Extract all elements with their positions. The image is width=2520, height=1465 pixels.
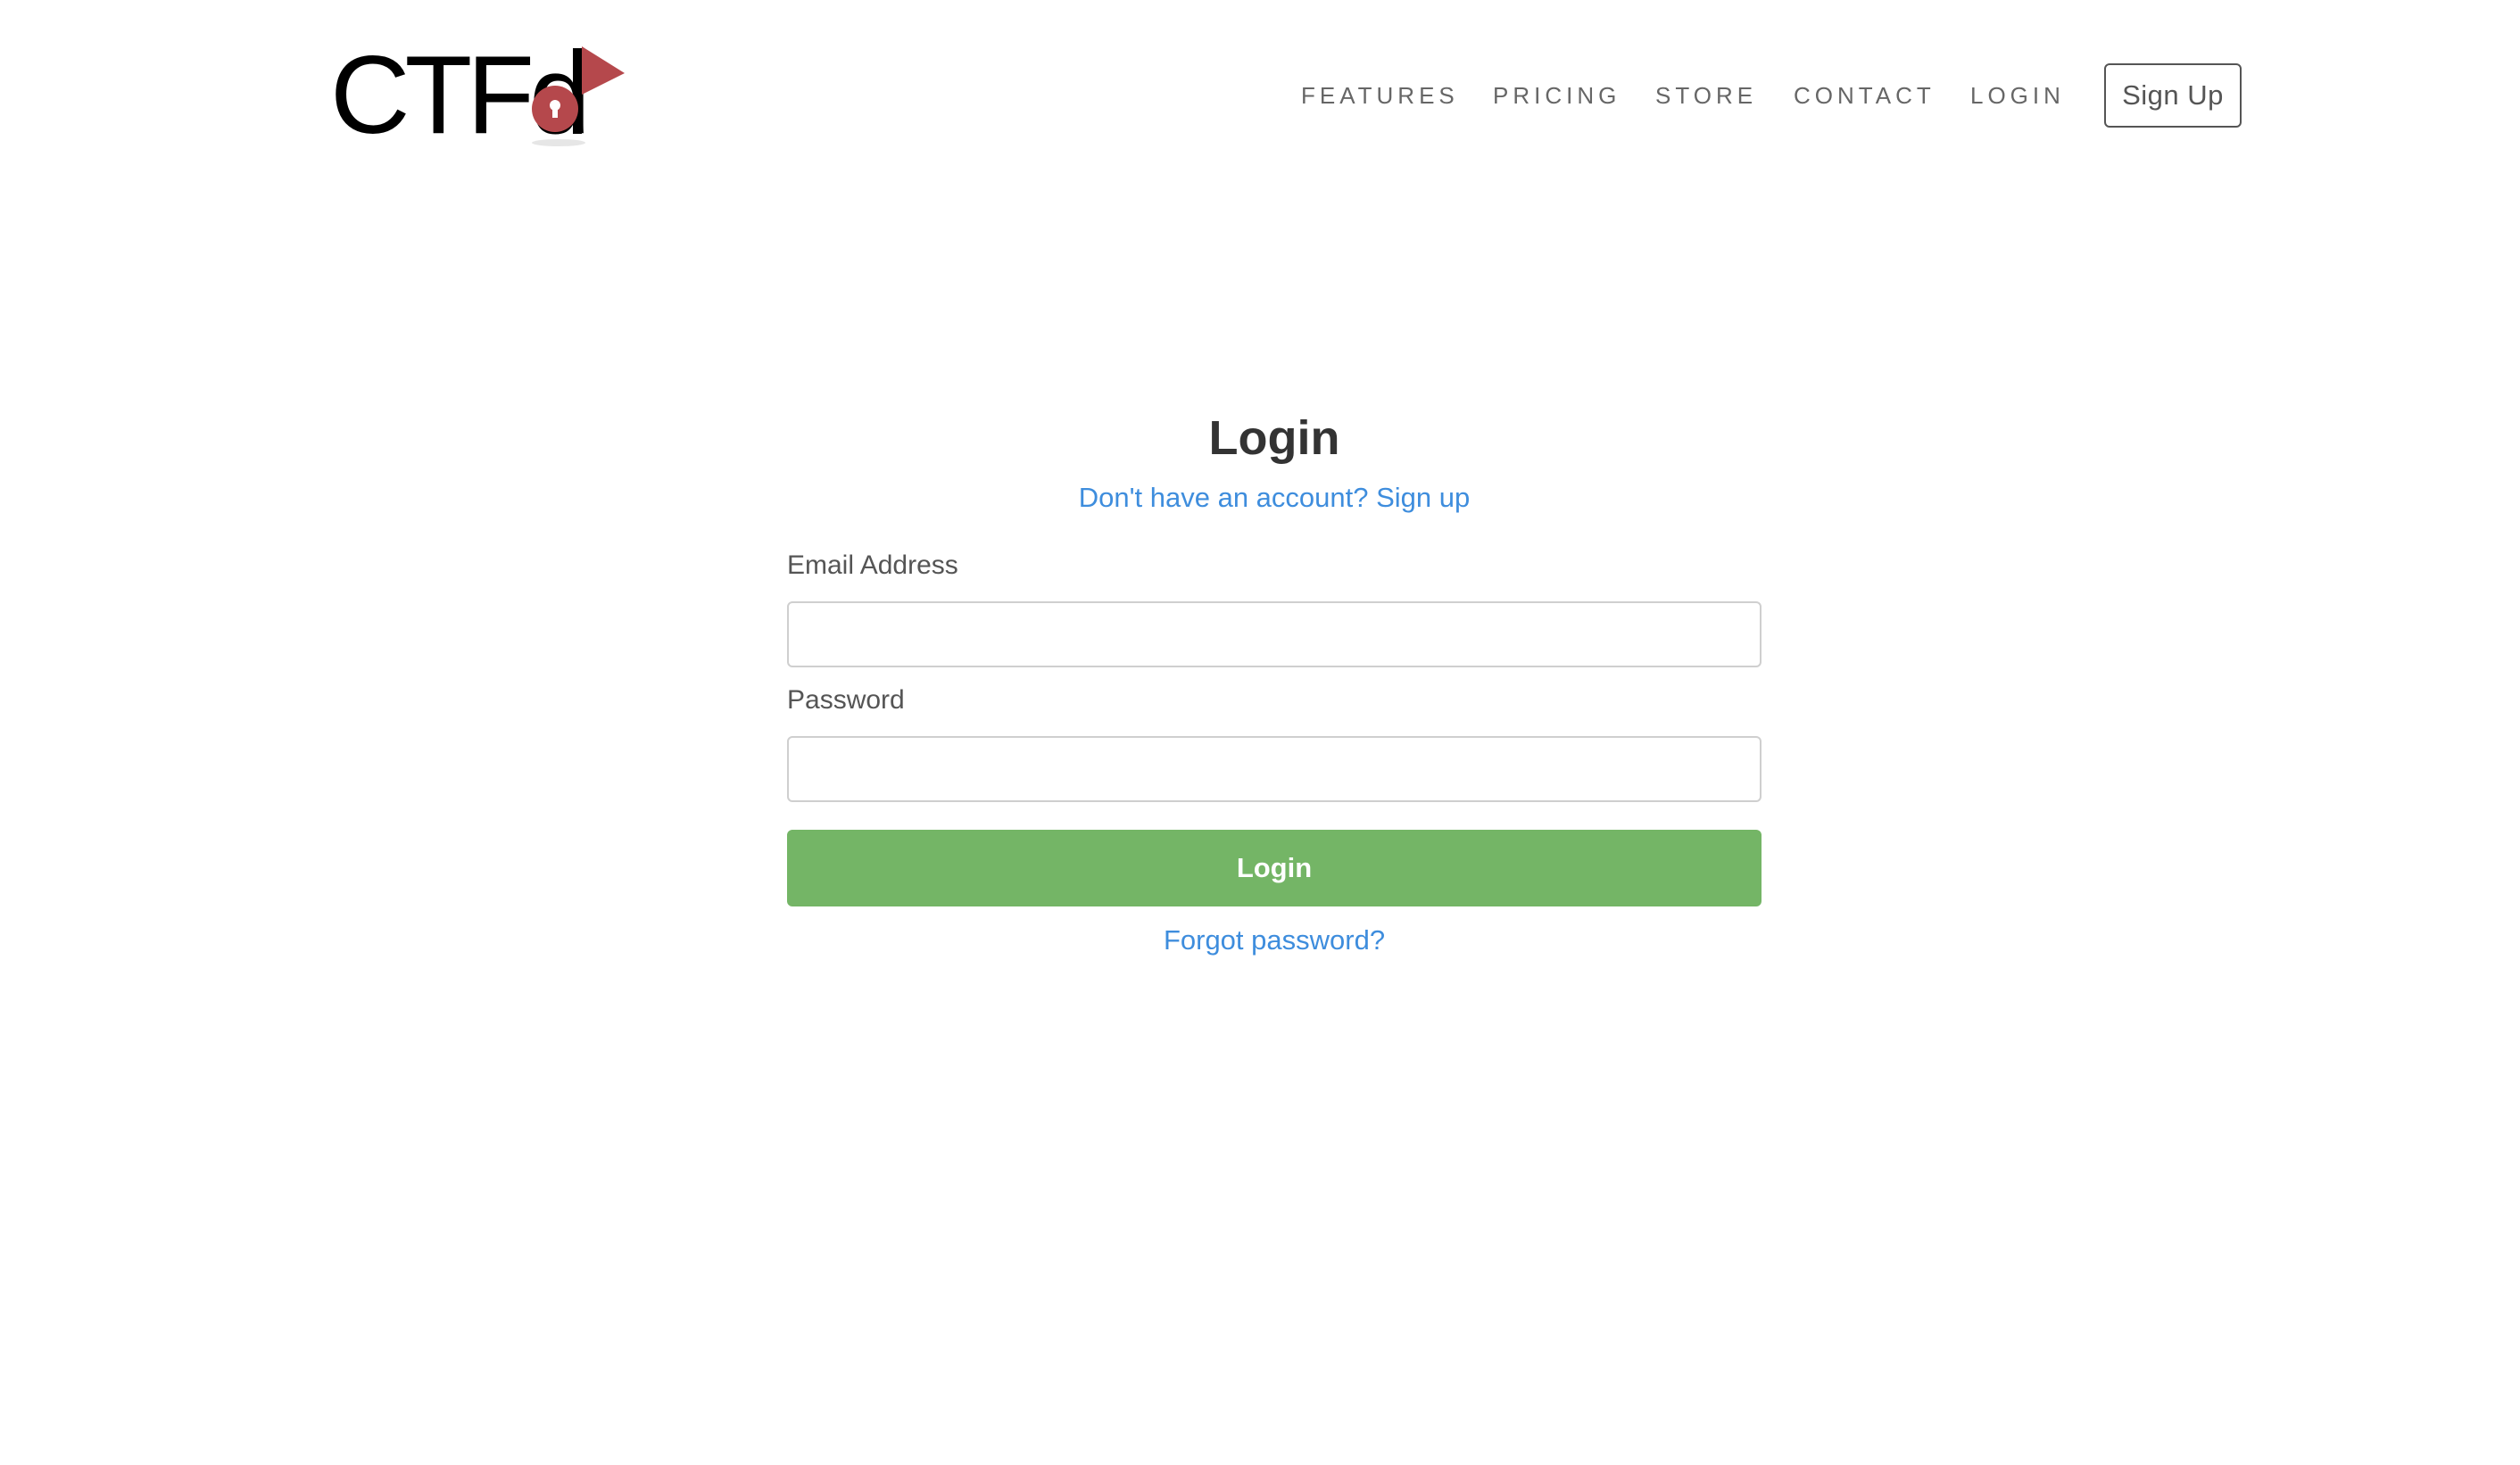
login-button[interactable]: Login [787, 830, 1762, 906]
signup-button[interactable]: Sign Up [2104, 63, 2242, 128]
forgot-password-link[interactable]: Forgot password? [787, 921, 1762, 960]
password-field[interactable] [787, 736, 1762, 802]
page-title: Login [1208, 411, 1340, 465]
nav-login[interactable]: LOGIN [1970, 73, 2065, 118]
top-navbar: CTFd FEATURES PRICING STORE CONTACT LOGI… [0, 0, 2520, 178]
nav-features[interactable]: FEATURES [1301, 73, 1459, 118]
signup-link[interactable]: Don't have an account? Sign up [787, 478, 1762, 517]
email-field[interactable] [787, 601, 1762, 667]
email-label: Email Address [787, 550, 958, 580]
login-form: Login Don't have an account? Sign up Ema… [787, 393, 1762, 964]
nav-pricing[interactable]: PRICING [1493, 73, 1621, 118]
password-label: Password [787, 685, 905, 715]
nav-store[interactable]: STORE [1655, 73, 1757, 118]
nav-contact[interactable]: CONTACT [1794, 73, 1936, 118]
